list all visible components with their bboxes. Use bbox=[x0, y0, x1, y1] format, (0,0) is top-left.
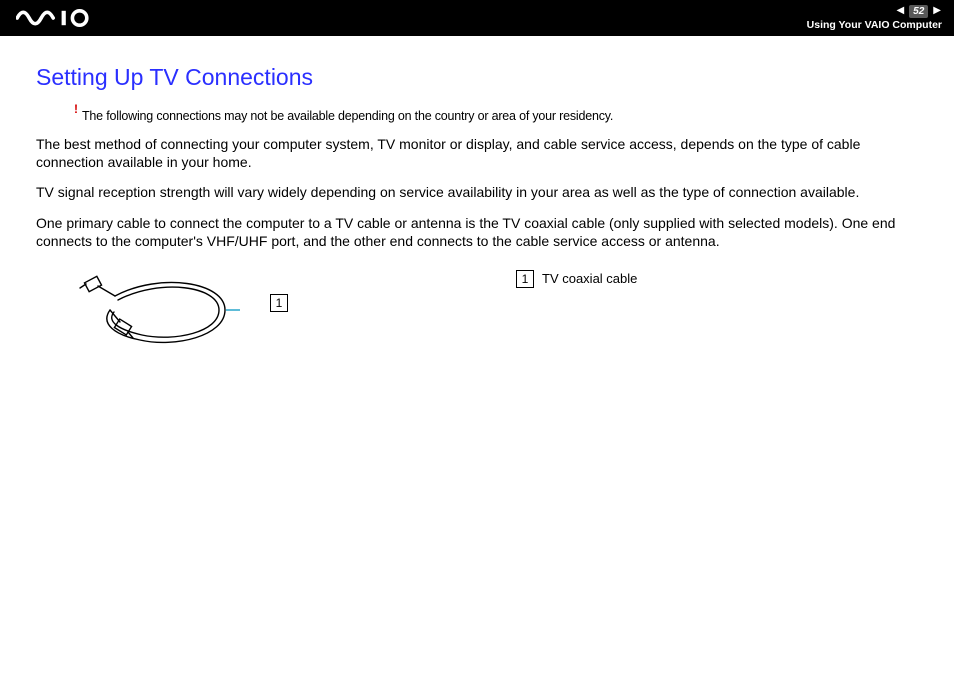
alert-icon: ! bbox=[74, 103, 78, 115]
callout-box-1: 1 bbox=[270, 294, 288, 312]
section-label: Using Your VAIO Computer bbox=[807, 20, 942, 32]
figure-callout: 1 bbox=[270, 294, 288, 312]
legend-text: TV coaxial cable bbox=[542, 271, 637, 286]
paragraph-2: TV signal reception strength will vary w… bbox=[36, 183, 918, 201]
coaxial-cable-illustration bbox=[60, 274, 240, 354]
page-nav: ◀ 52 ▶ bbox=[895, 5, 942, 18]
alert-text: The following connections may not be ava… bbox=[82, 109, 613, 123]
page-content: Setting Up TV Connections ! The followin… bbox=[0, 36, 954, 354]
header-right: ◀ 52 ▶ Using Your VAIO Computer bbox=[807, 5, 942, 32]
vaio-logo bbox=[16, 9, 112, 27]
figure-row: 1 1 TV coaxial cable bbox=[36, 274, 918, 354]
legend-box-1: 1 bbox=[516, 270, 534, 288]
figure-legend: 1 TV coaxial cable bbox=[516, 270, 637, 288]
page-title: Setting Up TV Connections bbox=[36, 64, 918, 91]
next-page-arrow-icon[interactable]: ▶ bbox=[932, 6, 942, 16]
alert-note: ! The following connections may not be a… bbox=[74, 109, 918, 123]
paragraph-1: The best method of connecting your compu… bbox=[36, 135, 918, 171]
page-number: 52 bbox=[909, 5, 928, 18]
paragraph-3: One primary cable to connect the compute… bbox=[36, 214, 918, 250]
header-bar: ◀ 52 ▶ Using Your VAIO Computer bbox=[0, 0, 954, 36]
prev-page-arrow-icon[interactable]: ◀ bbox=[895, 6, 905, 16]
